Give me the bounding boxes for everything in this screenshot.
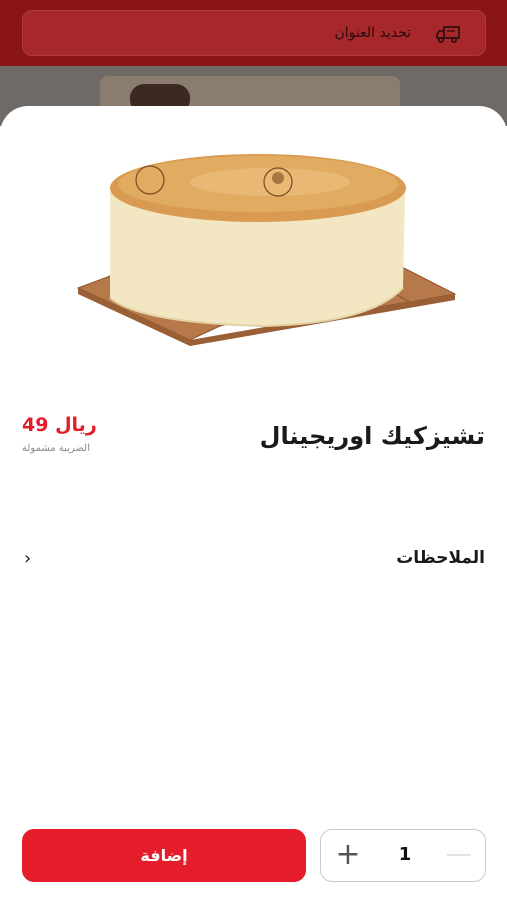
chevron-right-icon: ›: [24, 548, 32, 569]
delivery-truck-icon: [436, 26, 460, 44]
address-selector[interactable]: تحديد العنوان: [22, 10, 486, 56]
plus-icon[interactable]: +: [331, 836, 365, 874]
product-title: تشيزكيك اوريجينال: [259, 422, 485, 450]
add-button-label: إضافة: [140, 846, 188, 865]
quantity-stepper: + 1: [320, 829, 486, 882]
tax-note: الضريبة مشمولة: [22, 443, 90, 454]
notes-label: الملاحظات: [396, 548, 485, 568]
product-price: 49 ريال: [22, 414, 97, 436]
address-label: تحديد العنوان: [334, 25, 411, 41]
notes-row[interactable]: الملاحظات ›: [0, 540, 507, 580]
top-header: تحديد العنوان: [0, 0, 507, 66]
cheesecake-image: [76, 154, 457, 346]
add-to-cart-button[interactable]: إضافة: [22, 829, 306, 882]
minus-icon[interactable]: [447, 854, 471, 856]
quantity-value: 1: [398, 844, 412, 865]
